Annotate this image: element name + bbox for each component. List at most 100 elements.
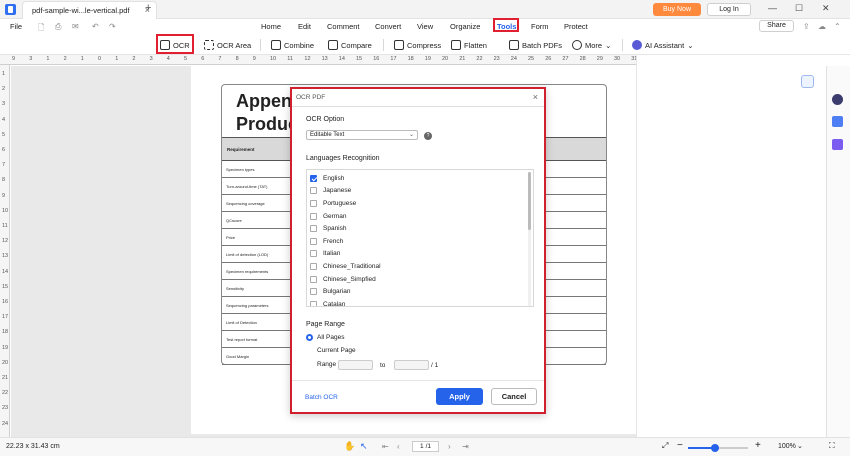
undo-icon[interactable]: ↶: [92, 22, 99, 31]
print-icon[interactable]: ⎙: [55, 22, 61, 32]
apply-button[interactable]: Apply: [436, 388, 483, 405]
ai-panel-icon[interactable]: [801, 75, 814, 88]
zoom-slider-handle[interactable]: [711, 444, 719, 452]
ai-assistant-button[interactable]: AI Assistant ⌄: [632, 38, 693, 52]
languages-scrollbar[interactable]: [528, 172, 531, 230]
all-pages-option[interactable]: All Pages: [306, 334, 344, 341]
language-checkbox[interactable]: [310, 187, 317, 195]
hand-tool-icon[interactable]: ✋: [344, 441, 355, 452]
prev-page-icon[interactable]: ‹: [397, 442, 400, 451]
language-checkbox[interactable]: [310, 300, 317, 306]
language-option[interactable]: Japanese: [310, 185, 351, 198]
language-checkbox[interactable]: [310, 199, 317, 207]
range-option[interactable]: Range: [306, 361, 336, 368]
language-option[interactable]: French: [310, 235, 343, 248]
languages-list[interactable]: English Japanese Portuguese German Spanish Fr…: [306, 169, 534, 307]
translate-icon[interactable]: [832, 116, 843, 127]
select-tool-icon[interactable]: ↖: [360, 441, 368, 452]
menu-edit[interactable]: Edit: [298, 22, 311, 31]
language-checkbox[interactable]: [310, 262, 317, 270]
ocr-option-select[interactable]: Editable Text ⌄: [306, 130, 418, 140]
new-tab-button[interactable]: +: [145, 2, 151, 14]
cloud-icon[interactable]: ☁: [818, 22, 826, 31]
menu-form[interactable]: Form: [531, 22, 549, 31]
cancel-button[interactable]: Cancel: [491, 388, 537, 405]
range-end-input[interactable]: [394, 360, 429, 370]
next-page-icon[interactable]: ›: [448, 442, 451, 451]
check-doc-icon[interactable]: [832, 139, 843, 150]
mail-icon[interactable]: ✉: [72, 22, 79, 31]
language-option[interactable]: German: [310, 210, 346, 223]
ruler-tick-label: 10: [2, 207, 9, 214]
language-checkbox[interactable]: [310, 174, 317, 182]
last-page-icon[interactable]: ⇥: [462, 442, 469, 451]
language-option[interactable]: Italian: [310, 248, 340, 261]
compress-button[interactable]: Compress: [394, 38, 441, 52]
language-option[interactable]: Bulgarian: [310, 285, 350, 298]
ocr-area-icon: [204, 40, 214, 50]
buy-now-button[interactable]: Buy Now: [653, 3, 701, 16]
language-option[interactable]: Chinese_Simpfied: [310, 273, 376, 286]
save-icon[interactable]: 🗋: [38, 22, 44, 36]
collapse-icon[interactable]: ⌃: [834, 22, 841, 31]
batch-pdfs-button[interactable]: Batch PDFs: [509, 38, 562, 52]
ruler-tick-label: 5: [184, 56, 188, 62]
zoom-out-icon[interactable]: −: [677, 440, 683, 451]
current-page-option[interactable]: Current Page: [306, 347, 356, 354]
language-checkbox[interactable]: [310, 288, 317, 296]
minimize-icon[interactable]: —: [768, 3, 777, 13]
language-checkbox[interactable]: [310, 250, 317, 258]
more-button[interactable]: More ⌄: [572, 38, 611, 52]
flatten-button[interactable]: Flatten: [451, 38, 487, 52]
language-option[interactable]: Chinese_Traditional: [310, 260, 381, 273]
language-option[interactable]: Spanish: [310, 222, 347, 235]
menu-protect[interactable]: Protect: [564, 22, 588, 31]
menu-file[interactable]: File: [10, 22, 22, 31]
language-checkbox[interactable]: [310, 275, 317, 283]
menu-home[interactable]: Home: [261, 22, 281, 31]
language-checkbox[interactable]: [310, 212, 317, 220]
ocr-area-label: OCR Area: [217, 40, 252, 50]
ruler-tick-label: 21: [459, 56, 466, 62]
all-pages-label: All Pages: [317, 334, 345, 341]
language-option[interactable]: Catalan: [310, 298, 345, 306]
zoom-in-icon[interactable]: +: [755, 440, 761, 451]
upload-icon[interactable]: ⇪: [803, 22, 810, 31]
all-pages-radio[interactable]: [306, 334, 313, 341]
first-page-icon[interactable]: ⇤: [382, 442, 389, 451]
ocr-area-button[interactable]: OCR Area: [204, 38, 251, 52]
ruler-tick-label: 7: [218, 56, 222, 62]
menu-comment[interactable]: Comment: [327, 22, 360, 31]
zoom-level[interactable]: 100%: [778, 443, 796, 450]
fit-page-icon[interactable]: ⤢: [662, 441, 668, 451]
compare-button[interactable]: Compare: [328, 38, 372, 52]
batch-ocr-link[interactable]: Batch OCR: [305, 394, 338, 401]
close-icon[interactable]: ×: [533, 92, 538, 102]
document-tab[interactable]: pdf-sample-wi...le-vertical.pdf ×: [22, 1, 157, 19]
close-window-icon[interactable]: ✕: [822, 3, 830, 14]
page-number-field[interactable]: 1 /1: [412, 441, 439, 452]
language-label: French: [323, 237, 344, 245]
login-button[interactable]: Log In: [707, 3, 751, 16]
fullscreen-icon[interactable]: ⛶: [829, 441, 835, 451]
redo-icon[interactable]: ↷: [109, 22, 116, 31]
page-current: 1: [419, 443, 424, 450]
language-option[interactable]: English: [310, 172, 344, 185]
language-option[interactable]: Portuguese: [310, 197, 356, 210]
help-icon[interactable]: ?: [424, 132, 432, 140]
maximize-icon[interactable]: ☐: [795, 3, 803, 14]
language-checkbox[interactable]: [310, 237, 317, 245]
menu-view[interactable]: View: [417, 22, 433, 31]
ruler-tick-label: 0: [98, 56, 102, 62]
share-button[interactable]: Share: [759, 20, 794, 32]
menu-convert[interactable]: Convert: [375, 22, 401, 31]
ruler-tick-label: 1: [2, 71, 6, 77]
batch-pdfs-icon: [509, 40, 519, 50]
menu-organize[interactable]: Organize: [450, 22, 480, 31]
assistant-robot-icon[interactable]: [832, 94, 843, 105]
ruler-tick-label: 19: [2, 344, 9, 351]
language-checkbox[interactable]: [310, 225, 317, 233]
range-start-input[interactable]: [338, 360, 373, 370]
chevron-down-icon[interactable]: ⌄: [797, 442, 803, 450]
combine-button[interactable]: Combine: [271, 38, 314, 52]
